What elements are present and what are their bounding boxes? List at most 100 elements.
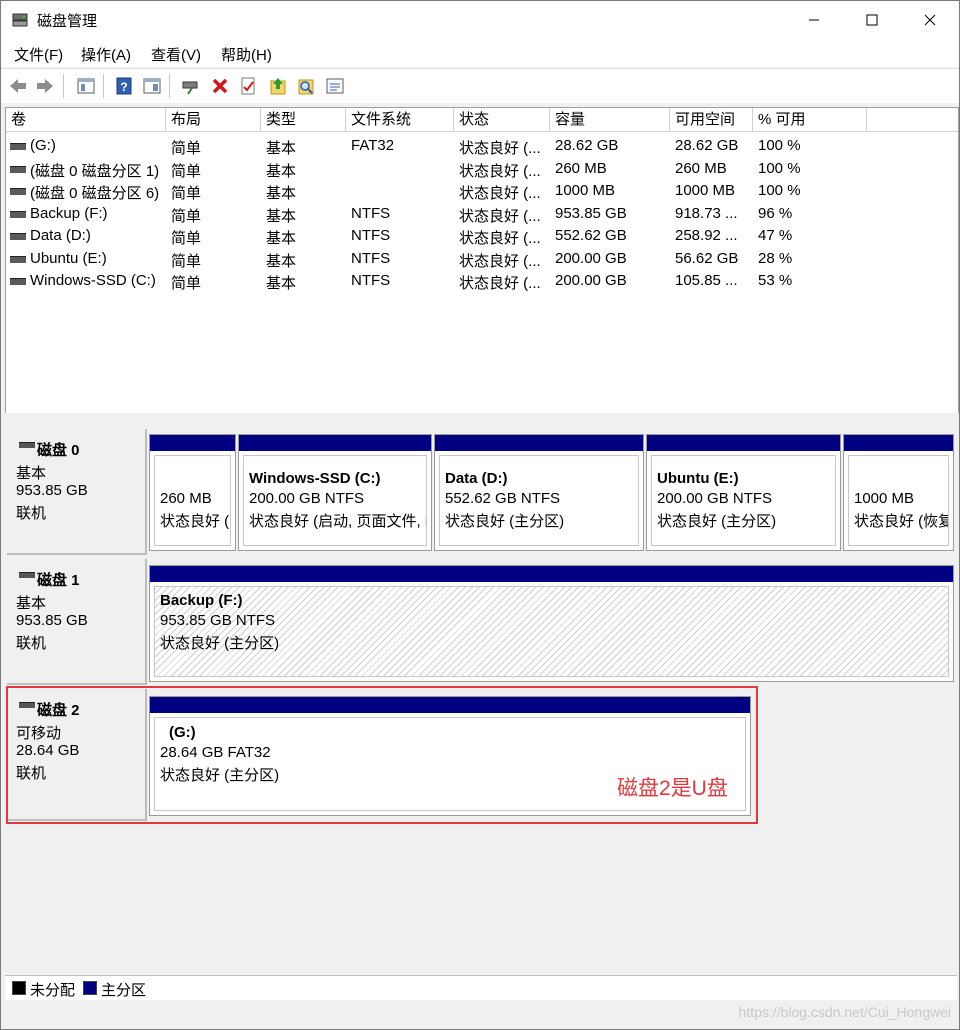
delete-button[interactable]: [209, 75, 231, 97]
search-icon: [298, 79, 314, 95]
connect-disk-button[interactable]: [179, 75, 201, 97]
primary-partition-bar: [435, 435, 643, 451]
volume-cell: 258.92 ...: [675, 227, 738, 244]
volume-cell: 简单: [171, 275, 202, 292]
volume-cell: 53 %: [758, 272, 793, 289]
volume-cell: 100 %: [758, 182, 801, 199]
volume-drive-icon: [10, 165, 26, 173]
volume-cell: 100 %: [758, 137, 801, 154]
partition-title: Ubuntu (E:): [657, 470, 739, 487]
partition-title: Backup (F:): [160, 592, 243, 609]
volume-cell: (G:): [30, 137, 56, 154]
column-header-layout[interactable]: 布局: [166, 108, 261, 132]
forward-button[interactable]: [34, 75, 56, 97]
partition-status: 状态良好 (: [160, 513, 230, 530]
primary-partition-bar: [647, 435, 840, 451]
console-tree-icon: [77, 78, 95, 94]
volume-drive-icon: [10, 143, 26, 150]
partition-disk0-6[interactable]: 1000 MB 状态良好 (恢复: [843, 434, 954, 551]
column-header-volume[interactable]: 卷: [6, 108, 166, 132]
menu-file[interactable]: 文件(F): [14, 44, 63, 65]
column-header-capacity[interactable]: 容量: [550, 108, 670, 132]
check-button[interactable]: [237, 75, 259, 97]
volume-row[interactable]: (G:) 简单 基本 FAT32 状态良好 (... 28.62 GB 28.62 GB 10…: [6, 135, 958, 157]
menu-help[interactable]: 帮助(H): [221, 44, 272, 65]
close-button[interactable]: [901, 1, 959, 39]
volume-cell: 状态良好 (...: [459, 162, 541, 180]
volume-cell: NTFS: [351, 272, 391, 289]
export-icon: [270, 78, 286, 95]
volume-list: 卷 布局 类型 文件系统 状态 容量 可用空间 % 可用 (G:) 简单 基本 FAT…: [5, 107, 959, 415]
disk-status: 联机: [16, 505, 47, 522]
volume-cell: 200.00 GB: [555, 272, 627, 289]
volume-row[interactable]: Data (D:) 简单 基本 NTFS 状态良好 (... 552.62 GB 258.9…: [6, 225, 958, 247]
volume-cell: Windows-SSD (C:): [30, 272, 156, 289]
volume-row[interactable]: Ubuntu (E:) 简单 基本 NTFS 状态良好 (... 200.00 GB 56.…: [6, 248, 958, 270]
disk-1-label[interactable]: 磁盘 1 基本 953.85 GB 联机: [7, 559, 147, 685]
volume-cell: 状态良好 (...: [459, 207, 541, 225]
export-button[interactable]: [267, 75, 289, 97]
connect-disk-icon: [182, 81, 198, 95]
column-header-status[interactable]: 状态: [454, 108, 550, 132]
console-tree-button[interactable]: [75, 75, 97, 97]
legend-swatch-unallocated: [12, 981, 26, 995]
primary-partition-bar: [844, 435, 953, 451]
options-icon: [326, 78, 344, 94]
volume-cell: 简单: [171, 207, 202, 225]
disk-management-window: 磁盘管理 文件(F) 操作(A) 查看(V) 帮助(H) ? 卷 布局 类型 文…: [0, 0, 960, 1030]
legend-swatch-primary: [83, 981, 97, 995]
menu-view[interactable]: 查看(V): [151, 44, 201, 65]
column-header-percent-free[interactable]: % 可用: [753, 108, 867, 132]
volume-cell: 100 %: [758, 159, 801, 177]
forward-icon: [37, 79, 53, 93]
partition-ubuntu-e[interactable]: Ubuntu (E:) 200.00 GB NTFS 状态良好 (主分区): [646, 434, 841, 551]
disk-0-label[interactable]: 磁盘 0 基本 953.85 GB 联机: [7, 429, 147, 555]
partition-windows-ssd-c[interactable]: Windows-SSD (C:) 200.00 GB NTFS 状态良好 (启动…: [238, 434, 432, 551]
maximize-icon: [866, 14, 878, 26]
menu-bar: 文件(F) 操作(A) 查看(V) 帮助(H): [1, 39, 959, 67]
volume-cell: FAT32: [351, 137, 395, 154]
column-header-type[interactable]: 类型: [261, 108, 346, 132]
volume-cell: 552.62 GB: [555, 227, 627, 244]
pane-splitter[interactable]: [1, 413, 959, 425]
minimize-icon: [809, 19, 819, 21]
partition-size: 200.00 GB NTFS: [249, 490, 365, 507]
volume-row[interactable]: Backup (F:) 简单 基本 NTFS 状态良好 (... 953.85 GB 918…: [6, 203, 958, 225]
partition-body: Data (D:) 552.62 GB NTFS 状态良好 (主分区): [439, 455, 639, 546]
volume-cell: 状态良好 (...: [459, 230, 541, 247]
volume-cell: 28.62 GB: [675, 137, 739, 154]
properties-view-button[interactable]: [141, 75, 163, 97]
help-button[interactable]: ?: [113, 75, 135, 97]
menu-action[interactable]: 操作(A): [81, 44, 131, 65]
volume-row[interactable]: (磁盘 0 磁盘分区 6) 简单 基本 状态良好 (... 1000 MB 1000 MB…: [6, 180, 958, 202]
volume-cell: 基本: [266, 230, 297, 247]
volume-row[interactable]: Windows-SSD (C:) 简单 基本 NTFS 状态良好 (... 200.00 …: [6, 270, 958, 292]
partition-size: 200.00 GB NTFS: [657, 490, 773, 507]
volume-row[interactable]: (磁盘 0 磁盘分区 1) 简单 基本 状态良好 (... 260 MB 260 MB 10…: [6, 158, 958, 180]
search-button[interactable]: [295, 75, 317, 97]
partition-disk0-1[interactable]: 260 MB 状态良好 (: [149, 434, 236, 551]
volume-cell: 状态良好 (...: [459, 275, 541, 292]
primary-partition-bar: [239, 435, 431, 451]
back-icon: [10, 79, 26, 93]
partition-data-d[interactable]: Data (D:) 552.62 GB NTFS 状态良好 (主分区): [434, 434, 644, 551]
volume-cell: (磁盘 0 磁盘分区 6): [30, 185, 160, 202]
window-title: 磁盘管理: [37, 13, 98, 30]
volume-cell: 基本: [266, 207, 297, 225]
maximize-button[interactable]: [843, 1, 901, 39]
highlight-box: [6, 686, 758, 824]
minimize-button[interactable]: [785, 1, 843, 39]
column-header-free-space[interactable]: 可用空间: [670, 108, 753, 132]
partition-backup-f[interactable]: Backup (F:) 953.85 GB NTFS 状态良好 (主分区): [149, 565, 954, 682]
toolbar: ?: [1, 68, 959, 103]
options-button[interactable]: [324, 75, 346, 97]
volume-cell: 28.62 GB: [555, 137, 619, 154]
volume-cell: Data (D:): [30, 227, 91, 244]
volume-drive-icon: [10, 233, 26, 240]
volume-cell: 简单: [171, 252, 202, 270]
volume-cell: 1000 MB: [675, 182, 736, 199]
partition-status: 状态良好 (主分区): [160, 635, 280, 652]
column-header-filesystem[interactable]: 文件系统: [346, 108, 454, 132]
partition-status: 状态良好 (主分区): [657, 513, 777, 530]
back-button[interactable]: [7, 75, 29, 97]
